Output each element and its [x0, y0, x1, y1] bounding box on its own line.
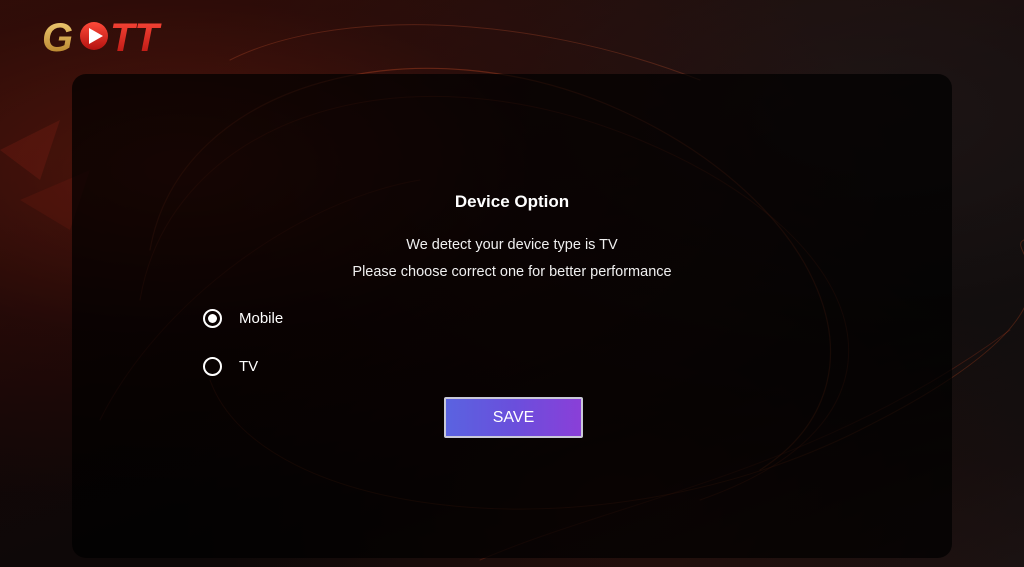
- svg-text:TT: TT: [110, 16, 162, 58]
- detected-device-message: We detect your device type is TV: [406, 237, 618, 253]
- dialog-title: Device Option: [454, 192, 570, 211]
- save-button[interactable]: SAVE: [444, 397, 583, 438]
- radio-label-tv: TV: [239, 357, 259, 375]
- radio-label-mobile: Mobile: [239, 309, 284, 327]
- radio-selected-dot: [208, 313, 217, 323]
- gott-logo: G TT: [40, 14, 180, 60]
- app-screen: G TT Device Option We detect your device…: [0, 0, 1024, 567]
- radio-option-tv[interactable]: TV: [203, 355, 258, 377]
- radio-option-mobile[interactable]: Mobile: [203, 307, 283, 329]
- radio-button-selected[interactable]: [203, 308, 222, 328]
- choose-device-message: Please choose correct one for better per…: [352, 264, 672, 280]
- svg-text:G: G: [42, 16, 73, 58]
- radio-button-unselected[interactable]: [203, 356, 222, 376]
